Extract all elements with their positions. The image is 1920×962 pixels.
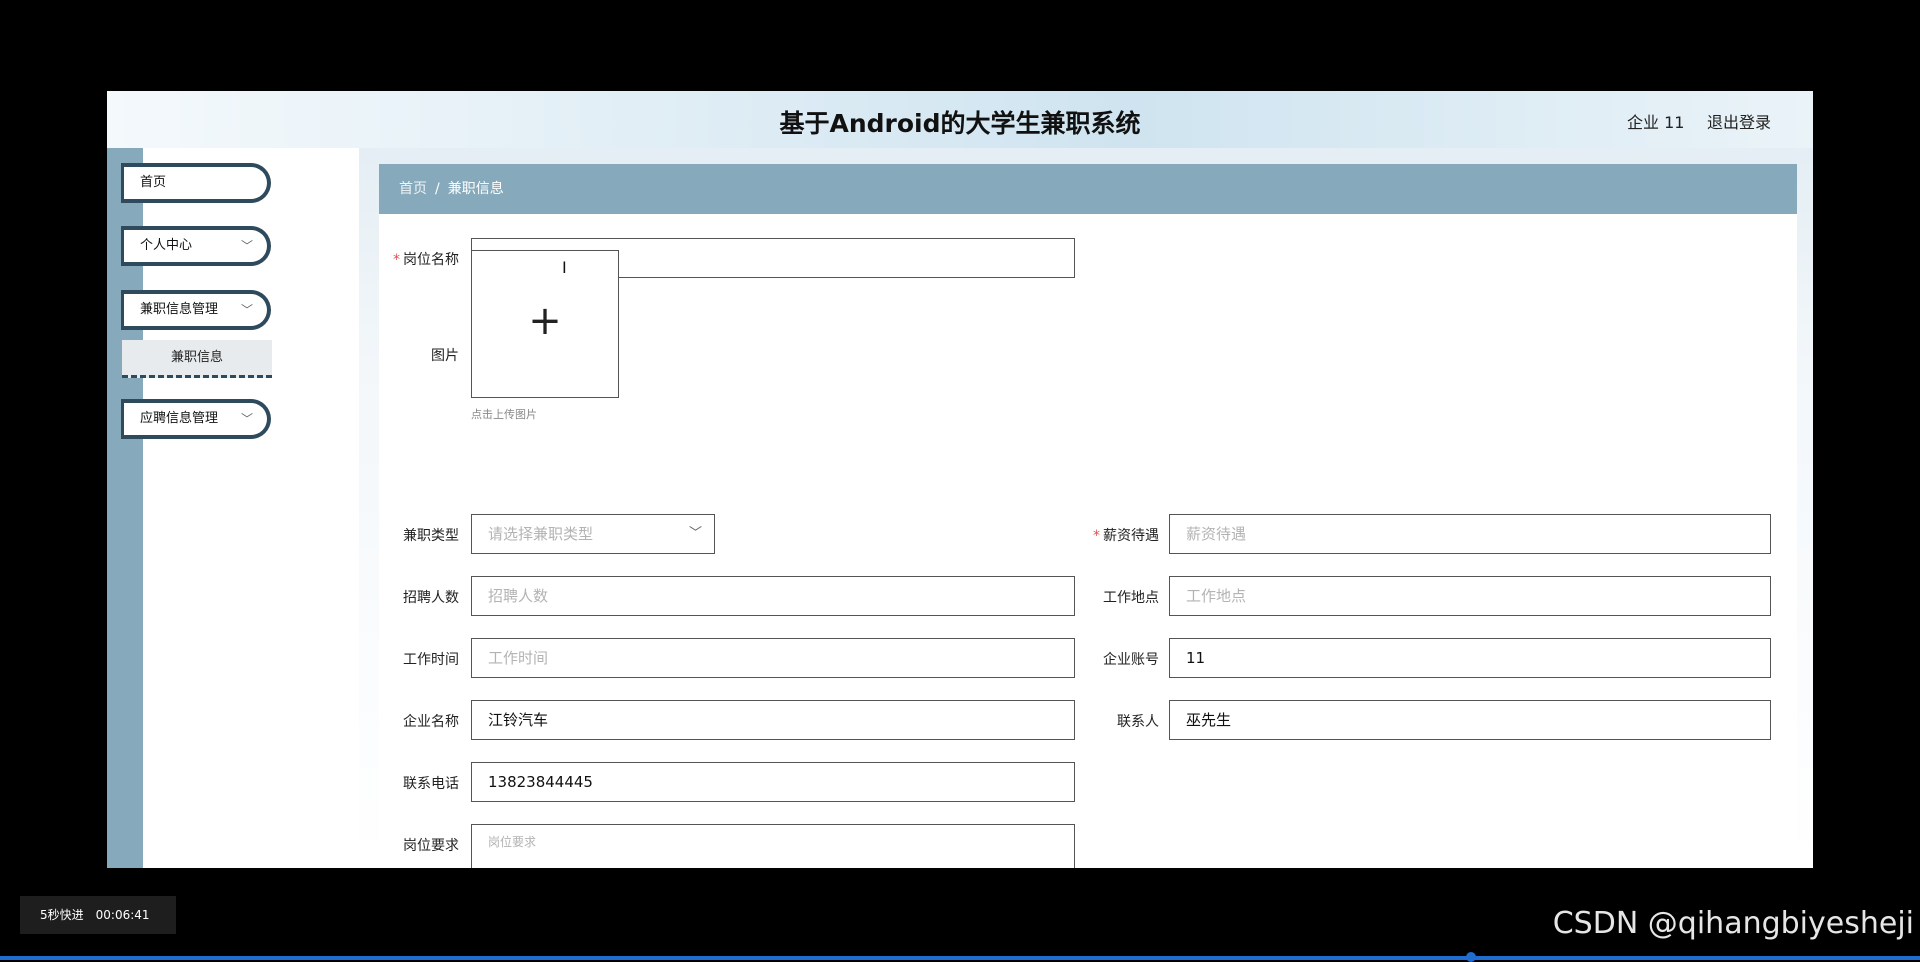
- chevron-down-icon: ﹀: [240, 303, 253, 317]
- sidebar-item-home[interactable]: 首页: [121, 163, 271, 203]
- playback-time: 00:06:41: [95, 908, 150, 922]
- work-time-input[interactable]: 工作时间: [471, 638, 1075, 678]
- headcount-label: 招聘人数: [403, 590, 459, 606]
- salary-label: * 薪资待遇: [1093, 528, 1159, 544]
- company-name-label: 企业名称: [403, 714, 459, 730]
- app-window: 基于Android的大学生兼职系统 企业 11 退出登录 首页 个人中心 ﹀ 兼…: [107, 91, 1813, 868]
- sidebar-item-label: 首页: [140, 175, 167, 190]
- chevron-down-icon: ﹀: [240, 412, 253, 426]
- watermark: CSDN @qihangbiyesheji: [1552, 906, 1914, 941]
- job-type-select[interactable]: 请选择兼职类型 ﹀: [471, 514, 715, 554]
- top-header: 基于Android的大学生兼职系统 企业 11 退出登录: [107, 91, 1813, 148]
- contact-label: 联系人: [1117, 714, 1159, 730]
- main-area: 首页/兼职信息 *岗位名称 岗位名称 图片 + 点击上传图片 兼职类型 请选择兼…: [359, 148, 1813, 868]
- headcount-input[interactable]: 招聘人数: [471, 576, 1075, 616]
- skip-forward-button[interactable]: 5秒快进: [40, 908, 84, 922]
- company-account-label: 企业账号: [1103, 652, 1159, 668]
- chevron-down-icon: ﹀: [688, 526, 702, 541]
- job-name-label: * 岗位名称: [393, 252, 459, 268]
- breadcrumb-current: 兼职信息: [447, 181, 504, 197]
- video-player-bar: 5秒快进 00:06:41: [20, 896, 176, 934]
- phone-input[interactable]: 13823844445: [471, 762, 1075, 802]
- app-title: 基于Android的大学生兼职系统: [779, 109, 1141, 138]
- sidebar-item-parttime-management[interactable]: 兼职信息管理 ﹀: [121, 290, 271, 330]
- text-cursor-icon: I: [562, 258, 567, 277]
- sidebar-item-application-management[interactable]: 应聘信息管理 ﹀: [121, 399, 271, 439]
- breadcrumb-home[interactable]: 首页: [399, 181, 427, 197]
- location-input[interactable]: 工作地点: [1169, 576, 1771, 616]
- company-name-input[interactable]: 江铃汽车: [471, 700, 1075, 740]
- requirement-label: 岗位要求: [403, 838, 459, 854]
- sidebar: 首页 个人中心 ﹀ 兼职信息管理 ﹀ 兼职信息 应聘信息管理 ﹀: [107, 148, 359, 868]
- contact-input[interactable]: 巫先生: [1169, 700, 1771, 740]
- sidebar-item-label: 兼职信息管理: [140, 302, 219, 317]
- plus-icon: +: [528, 298, 562, 344]
- job-type-label: 兼职类型: [403, 528, 459, 544]
- breadcrumb-separator: /: [435, 181, 440, 197]
- sidebar-subitem-parttime-info[interactable]: 兼职信息: [122, 340, 272, 378]
- location-label: 工作地点: [1103, 590, 1159, 606]
- breadcrumb: 首页 / 兼职信息: [379, 164, 1797, 214]
- phone-label: 联系电话: [403, 776, 459, 792]
- sidebar-item-personal-center[interactable]: 个人中心 ﹀: [121, 226, 271, 266]
- chevron-down-icon: ﹀: [240, 239, 253, 253]
- current-user: 企业 11: [1627, 113, 1685, 132]
- form-panel: 首页/兼职信息 *岗位名称 岗位名称 图片 + 点击上传图片 兼职类型 请选择兼…: [379, 164, 1797, 868]
- sidebar-item-label: 应聘信息管理: [140, 411, 219, 426]
- logout-link[interactable]: 退出登录: [1707, 109, 1771, 133]
- company-account-input[interactable]: 11: [1169, 638, 1771, 678]
- progress-knob[interactable]: [1465, 952, 1476, 962]
- video-progress-bar[interactable]: [0, 952, 1920, 962]
- sidebar-item-label: 个人中心: [140, 238, 193, 253]
- requirement-textarea[interactable]: 岗位要求: [471, 824, 1075, 868]
- work-time-label: 工作时间: [403, 652, 459, 668]
- image-upload[interactable]: +: [471, 250, 619, 398]
- salary-input[interactable]: 薪资待遇: [1169, 514, 1771, 554]
- upload-tip: 点击上传图片: [471, 408, 537, 421]
- image-label: 图片: [431, 348, 459, 364]
